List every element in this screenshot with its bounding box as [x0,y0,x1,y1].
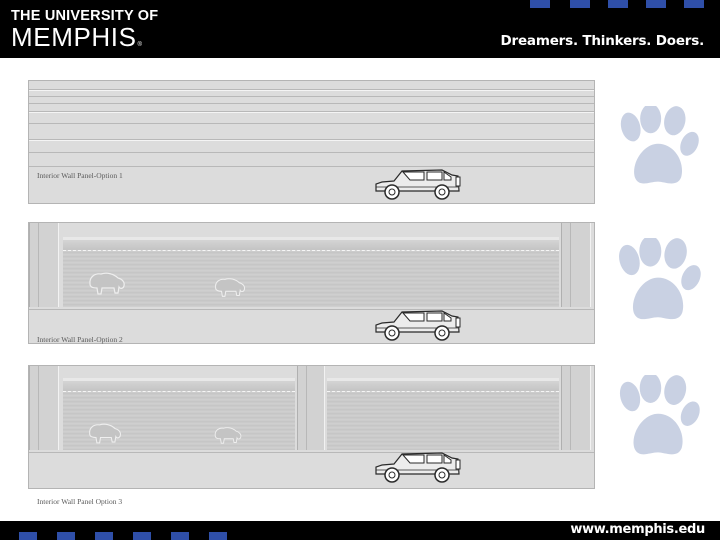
header-bar: THE UNIVERSITY OF MEMPHIS® Dreamers. Thi… [0,0,720,58]
wall-panel-option-2: Interior Wall Panel-Option 2 [28,222,595,344]
logo-line2: MEMPHIS® [11,24,158,58]
wall-post-right [561,366,591,450]
wall-post-middle [297,366,325,450]
wall-post-left [29,223,59,307]
panel-label-1: Interior Wall Panel-Option 1 [37,171,123,180]
suv-vehicle-icon [372,167,462,201]
tagline: Dreamers. Thinkers. Doers. [500,33,705,49]
wall-post-left [29,366,59,450]
bison-icon [87,421,123,445]
bison-icon [213,425,243,445]
suv-vehicle-icon [372,450,462,484]
paw-print-icon [612,106,704,190]
paw-print-icon [612,375,704,461]
wall-post-right [561,223,591,307]
header-accent-squares [528,0,720,8]
suv-vehicle-icon [372,308,462,342]
panel-label-3: Interior Wall Panel Option 3 [37,497,123,506]
panel-label-2: Interior Wall Panel-Option 2 [37,335,123,344]
website-link[interactable]: www.memphis.edu [570,522,705,537]
university-logo[interactable]: THE UNIVERSITY OF MEMPHIS® [11,9,158,58]
bison-mural-image [63,237,559,307]
footer-accent-squares [0,532,300,540]
bison-icon [213,276,247,298]
bison-mural-image-right [327,378,559,450]
bison-mural-image-left [63,378,295,450]
paw-print-icon [612,238,704,326]
wall-panel-option-3: Interior Wall Panel Option 3 [28,365,595,506]
wall-panel-option-1: Interior Wall Panel-Option 1 [28,80,595,204]
bison-icon [87,270,127,296]
logo-wordmark: MEMPHIS [11,22,137,52]
logo-registered-mark: ® [137,42,143,48]
